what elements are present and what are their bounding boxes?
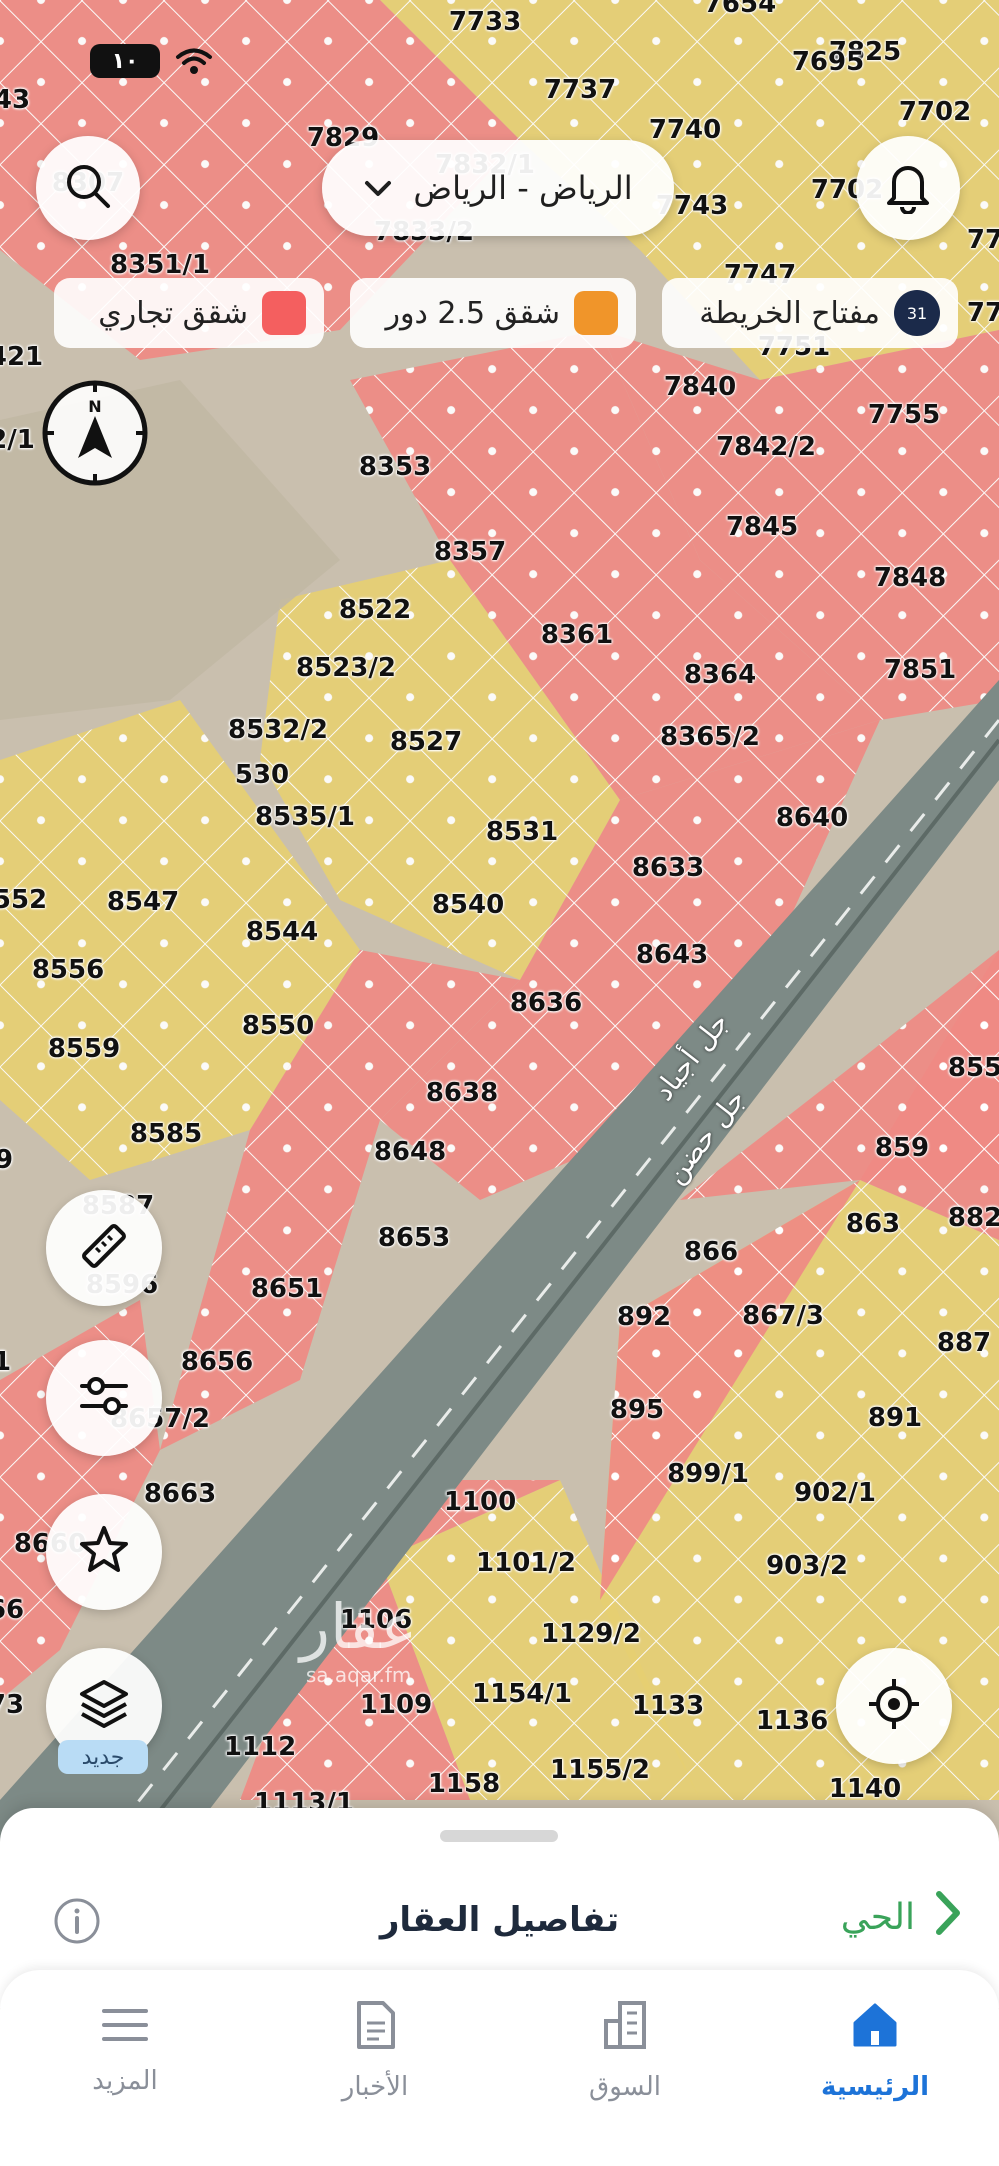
nav-more-label: المزيد: [92, 2065, 158, 2096]
neighborhood-link[interactable]: الحي: [841, 1888, 963, 1947]
watermark-brand: عقار: [300, 1590, 418, 1663]
bottom-nav: المزيد الأخبار السوق الرئيسية: [0, 1970, 999, 2166]
chevron-right-icon: [933, 1888, 963, 1947]
nav-news-label: الأخبار: [341, 2071, 409, 2102]
nav-home-label: الرئيسية: [820, 2071, 930, 2102]
notifications-button[interactable]: [856, 136, 960, 240]
watermark: عقار sa.aqar.fm: [300, 1590, 417, 1687]
nav-news[interactable]: الأخبار: [250, 1970, 500, 2130]
bell-icon: [882, 158, 934, 218]
legend-commercial[interactable]: شقق تجاري: [54, 278, 324, 348]
watermark-url: sa.aqar.fm: [305, 1663, 412, 1687]
favorites-button[interactable]: [46, 1494, 162, 1610]
compass-north-letter: N: [88, 397, 101, 416]
nav-home[interactable]: الرئيسية: [750, 1970, 999, 2130]
legend-apartments[interactable]: شقق 2.5 دور: [350, 278, 636, 348]
crosshair-icon: [867, 1677, 921, 1735]
nav-market[interactable]: السوق: [500, 1970, 750, 2130]
commercial-swatch: [262, 291, 306, 335]
battery-indicator: ١٠: [90, 44, 160, 78]
filters-button[interactable]: [46, 1340, 162, 1456]
news-icon: [351, 1999, 399, 2058]
nav-more[interactable]: المزيد: [0, 1970, 250, 2130]
layers-icon: [76, 1676, 132, 1736]
sliders-icon: [76, 1368, 132, 1428]
nav-market-label: السوق: [589, 2071, 661, 2102]
chevron-down-icon: [363, 169, 393, 207]
building-icon: [600, 1999, 650, 2058]
ruler-icon: [76, 1218, 132, 1278]
neighborhood-link-label: الحي: [840, 1897, 915, 1938]
new-badge: جديد: [58, 1740, 148, 1774]
locate-me-button[interactable]: [836, 1648, 952, 1764]
compass-icon: N: [42, 380, 148, 486]
menu-icon: [100, 2005, 150, 2052]
city-selector[interactable]: الرياض - الرياض: [322, 140, 674, 236]
legend-commercial-label: شقق تجاري: [98, 295, 248, 331]
compass-button[interactable]: N: [40, 378, 150, 488]
home-icon: [849, 1999, 901, 2058]
map-key-button[interactable]: 31 مفتاح الخريطة: [662, 278, 958, 348]
city-name: الرياض - الرياض: [413, 169, 633, 207]
status-bar: ١٠: [90, 44, 214, 78]
apartments-swatch: [574, 291, 618, 335]
map-key-label: مفتاح الخريطة: [699, 295, 880, 331]
sheet-grabber[interactable]: [440, 1830, 558, 1842]
search-icon: [62, 160, 114, 216]
wifi-icon: [174, 46, 214, 76]
map-key-badge: 31: [894, 290, 940, 336]
measure-button[interactable]: [46, 1190, 162, 1306]
star-icon: [77, 1523, 131, 1581]
search-button[interactable]: [36, 136, 140, 240]
legend-apartments-label: شقق 2.5 دور: [385, 295, 560, 331]
